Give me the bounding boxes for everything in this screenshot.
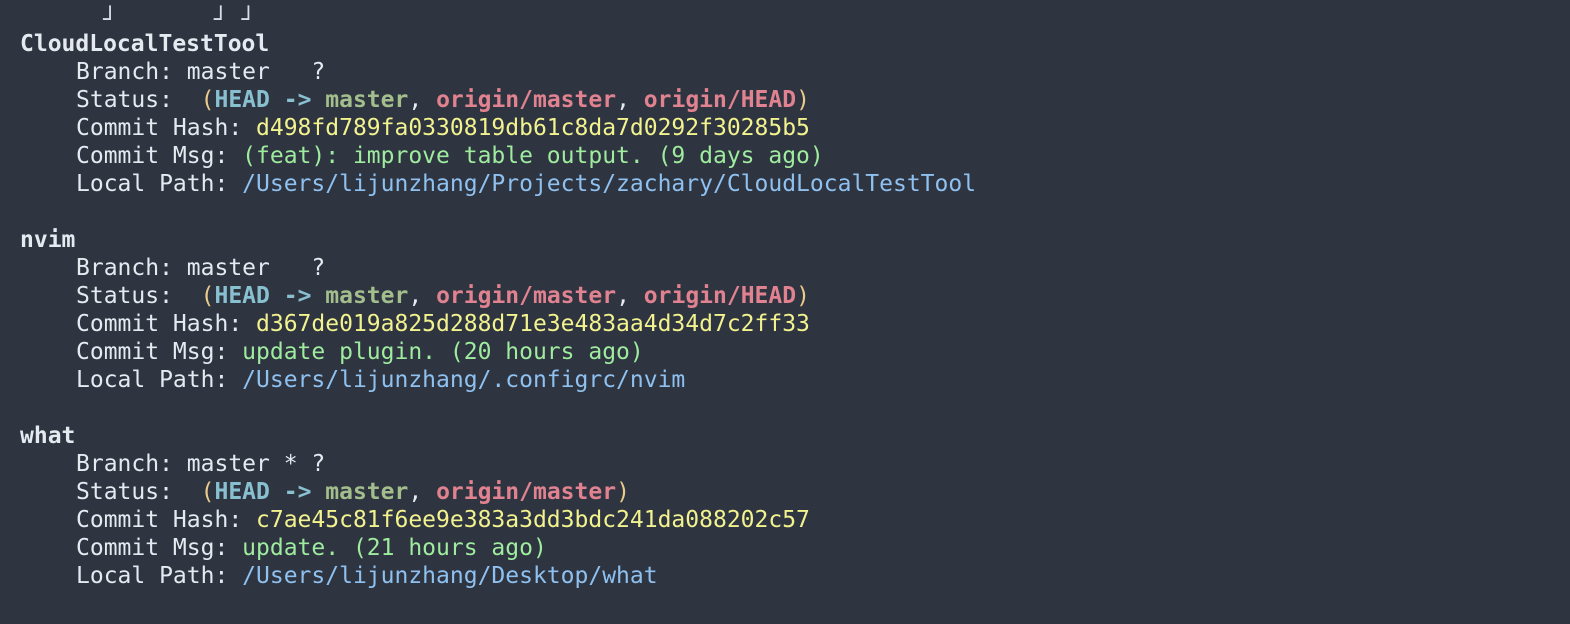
commit-hash-line: Commit Hash: d498fd789fa0330819db61c8da7…	[20, 114, 976, 142]
repo-block: CloudLocalTestTool Branch: master ? Stat…	[20, 30, 976, 198]
local-path-line: Local Path: /Users/lijunzhang/Desktop/wh…	[20, 562, 810, 590]
status-local-branch: master	[325, 479, 409, 505]
commit-hash-value: d498fd789fa0330819db61c8da7d0292f30285b5	[256, 115, 810, 141]
local-path-line: Local Path: /Users/lijunzhang/.configrc/…	[20, 366, 810, 394]
repo-name: what	[20, 423, 76, 449]
status-remote-head: origin/HEAD	[643, 87, 797, 113]
status-separator: ,	[408, 87, 437, 113]
status-arrow: ->	[269, 87, 326, 113]
commit-hash-value: d367de019a825d288d71e3e483aa4d34d7c2ff33	[256, 311, 810, 337]
branch-value: master ?	[186, 59, 326, 85]
branch-line: Branch: master ?	[20, 58, 976, 86]
status-remote-head: origin/HEAD	[643, 283, 797, 309]
status-close-paren: )	[796, 283, 810, 309]
commit-msg-value: update plugin. (20 hours ago)	[242, 339, 644, 365]
status-separator: ,	[408, 479, 437, 505]
status-head: HEAD	[214, 479, 270, 505]
status-remote-branch: origin/master	[436, 87, 617, 113]
status-open-paren: (	[200, 283, 215, 309]
commit-msg-label: Commit Msg:	[76, 339, 243, 365]
commit-msg-line: Commit Msg: update plugin. (20 hours ago…	[20, 338, 810, 366]
commit-hash-label: Commit Hash:	[76, 311, 257, 337]
status-open-paren: (	[200, 479, 215, 505]
status-separator: ,	[616, 283, 644, 309]
status-line: Status: (HEAD -> master, origin/master, …	[20, 86, 976, 114]
branch-value: master * ?	[186, 451, 326, 477]
status-close-paren: )	[796, 87, 810, 113]
commit-msg-value: update. (21 hours ago)	[242, 535, 547, 561]
branch-label: Branch:	[76, 255, 187, 281]
commit-msg-label: Commit Msg:	[76, 535, 243, 561]
status-local-branch: master	[325, 87, 409, 113]
local-path-label: Local Path:	[76, 367, 243, 393]
commit-hash-line: Commit Hash: c7ae45c81f6ee9e383a3dd3bdc2…	[20, 506, 810, 534]
status-local-branch: master	[325, 283, 409, 309]
status-arrow: ->	[269, 283, 326, 309]
branch-label: Branch:	[76, 451, 187, 477]
local-path-line: Local Path: /Users/lijunzhang/Projects/z…	[20, 170, 976, 198]
branch-label: Branch:	[76, 59, 187, 85]
commit-msg-label: Commit Msg:	[76, 143, 243, 169]
repo-name: CloudLocalTestTool	[20, 31, 270, 57]
commit-hash-line: Commit Hash: d367de019a825d288d71e3e483a…	[20, 310, 810, 338]
repo-name: nvim	[20, 227, 76, 253]
status-remote-branch: origin/master	[436, 283, 617, 309]
status-label: Status:	[76, 283, 201, 309]
status-arrow: ->	[269, 479, 326, 505]
status-line: Status: (HEAD -> master, origin/master)	[20, 478, 810, 506]
commit-msg-value: (feat): improve table output. (9 days ag…	[242, 143, 824, 169]
commit-hash-value: c7ae45c81f6ee9e383a3dd3bdc241da088202c57	[256, 507, 810, 533]
commit-hash-label: Commit Hash:	[76, 507, 257, 533]
branch-value: master ?	[186, 255, 326, 281]
status-head: HEAD	[214, 87, 270, 113]
local-path-value: /Users/lijunzhang/.configrc/nvim	[242, 367, 686, 393]
status-separator: ,	[616, 87, 644, 113]
local-path-value: /Users/lijunzhang/Projects/zachary/Cloud…	[242, 171, 977, 197]
status-close-paren: )	[616, 479, 630, 505]
status-open-paren: (	[200, 87, 215, 113]
local-path-value: /Users/lijunzhang/Desktop/what	[242, 563, 658, 589]
branch-line: Branch: master ?	[20, 254, 810, 282]
terminal-window[interactable]: ┘ ┘ ┘ CloudLocalTestTool Branch: master …	[0, 0, 1570, 624]
status-label: Status:	[76, 87, 201, 113]
status-remote-branch: origin/master	[436, 479, 617, 505]
commit-msg-line: Commit Msg: (feat): improve table output…	[20, 142, 976, 170]
commit-hash-label: Commit Hash:	[76, 115, 257, 141]
status-head: HEAD	[214, 283, 270, 309]
repo-block: nvim Branch: master ? Status: (HEAD -> m…	[20, 226, 810, 394]
commit-msg-line: Commit Msg: update. (21 hours ago)	[20, 534, 810, 562]
status-line: Status: (HEAD -> master, origin/master, …	[20, 282, 810, 310]
local-path-label: Local Path:	[76, 171, 243, 197]
repo-block: what Branch: master * ? Status: (HEAD ->…	[20, 422, 810, 590]
local-path-label: Local Path:	[76, 563, 243, 589]
status-label: Status:	[76, 479, 201, 505]
branch-line: Branch: master * ?	[20, 450, 810, 478]
status-separator: ,	[408, 283, 437, 309]
